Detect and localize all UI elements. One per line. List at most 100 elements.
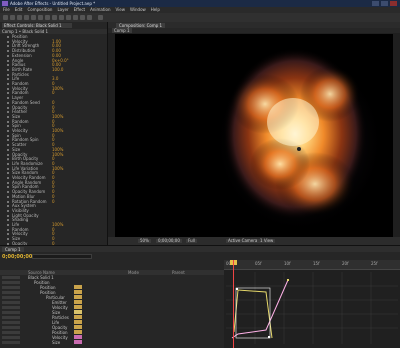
camera-tool-icon[interactable] [31,15,36,20]
stopwatch-icon[interactable] [7,120,9,123]
property-value[interactable]: 100.0 [52,67,63,72]
layer-switches[interactable] [2,281,20,284]
stopwatch-icon[interactable] [7,224,9,226]
stopwatch-icon[interactable] [7,115,9,118]
layer-switches[interactable] [2,341,20,344]
label-color-swatch[interactable] [74,335,82,339]
effect-controls-tab[interactable]: Effect Controls: Black Solid 1 [2,23,72,28]
close-icon[interactable] [390,1,397,6]
selection-tool-icon[interactable] [3,15,8,20]
layer-switches[interactable] [2,276,20,279]
layer-switches[interactable] [2,326,20,329]
stopwatch-icon[interactable] [7,130,9,132]
eraser-tool-icon[interactable] [80,15,85,20]
puppet-tool-icon[interactable] [87,15,92,20]
stopwatch-icon[interactable] [7,97,9,100]
stopwatch-icon[interactable] [7,219,9,222]
stopwatch-icon[interactable] [7,209,9,212]
timeline-timecode[interactable]: 0;00;00;00 [2,254,32,260]
stopwatch-icon[interactable] [7,111,9,114]
stopwatch-icon[interactable] [7,45,9,48]
label-color-swatch[interactable] [74,315,82,319]
stopwatch-icon[interactable] [7,238,9,241]
maximize-icon[interactable] [381,1,388,6]
rotation-tool-icon[interactable] [24,15,29,20]
clone-stamp-tool-icon[interactable] [73,15,78,20]
label-color-swatch[interactable] [74,290,82,294]
layer-switches[interactable] [2,296,20,299]
layer-switches[interactable] [2,336,20,339]
stopwatch-icon[interactable] [7,153,9,156]
camera-dropdown[interactable]: Active Camera [226,239,260,243]
layer-switches[interactable] [2,321,20,324]
stopwatch-icon[interactable] [7,186,9,189]
layer-switches[interactable] [2,316,20,319]
stopwatch-icon[interactable] [7,214,9,217]
stopwatch-icon[interactable] [7,78,9,81]
comp-subtab[interactable]: Comp 1 [112,28,132,33]
layer-switches[interactable] [2,311,20,314]
view-layout-dropdown[interactable]: 1 View [258,239,276,243]
stopwatch-icon[interactable] [7,125,9,128]
label-color-swatch[interactable] [74,285,82,289]
stopwatch-icon[interactable] [7,181,9,184]
label-color-swatch[interactable] [74,310,82,314]
stopwatch-icon[interactable] [7,200,9,203]
label-color-swatch[interactable] [74,330,82,334]
graph-editor[interactable] [224,270,400,348]
label-color-swatch[interactable] [74,295,82,299]
label-color-swatch[interactable] [74,340,82,344]
stopwatch-icon[interactable] [7,36,9,38]
stopwatch-icon[interactable] [7,158,9,161]
layer-switches[interactable] [2,306,20,309]
stopwatch-icon[interactable] [7,59,9,62]
stopwatch-icon[interactable] [7,177,9,179]
stopwatch-icon[interactable] [7,195,9,198]
stopwatch-icon[interactable] [7,167,9,170]
stopwatch-icon[interactable] [7,50,9,53]
stopwatch-icon[interactable] [7,139,9,142]
workspace-icon[interactable] [98,15,103,20]
stopwatch-icon[interactable] [7,83,9,85]
current-time-indicator[interactable] [233,260,234,348]
stopwatch-icon[interactable] [7,92,9,95]
timeline-tab[interactable]: Comp 1 [2,247,24,252]
magnification-dropdown[interactable]: 50% [138,239,151,243]
mask-tool-icon[interactable] [45,15,50,20]
time-ruler[interactable]: 00f 05f 10f 15f 20f 25f [224,260,400,270]
timeline-layer-row[interactable]: Size [0,340,224,345]
stopwatch-icon[interactable] [7,172,9,175]
label-color-swatch[interactable] [74,320,82,324]
current-time-display[interactable]: 0;00;00;00 [156,239,182,243]
stopwatch-icon[interactable] [7,40,9,43]
stopwatch-icon[interactable] [7,205,9,208]
stopwatch-icon[interactable] [7,87,9,90]
layer-switches[interactable] [2,286,20,289]
stopwatch-icon[interactable] [7,191,9,194]
composition-viewer[interactable] [115,34,393,237]
property-value[interactable]: 0 [52,91,55,95]
zoom-tool-icon[interactable] [17,15,22,20]
stopwatch-icon[interactable] [7,228,9,231]
stopwatch-icon[interactable] [7,134,9,137]
label-color-swatch[interactable] [74,305,82,309]
type-tool-icon[interactable] [59,15,64,20]
stopwatch-icon[interactable] [7,148,9,151]
pen-tool-icon[interactable] [52,15,57,20]
stopwatch-icon[interactable] [7,144,9,147]
hand-tool-icon[interactable] [10,15,15,20]
stopwatch-icon[interactable] [7,101,9,104]
property-value[interactable]: 0 [52,199,55,204]
label-color-swatch[interactable] [74,300,82,304]
stopwatch-icon[interactable] [7,73,9,76]
layer-switches[interactable] [2,291,20,294]
label-color-swatch[interactable] [74,325,82,329]
stopwatch-icon[interactable] [7,233,9,236]
layer-switches[interactable] [2,331,20,334]
resolution-dropdown[interactable]: Full [186,239,197,243]
stopwatch-icon[interactable] [7,68,9,71]
stopwatch-icon[interactable] [7,64,9,67]
stopwatch-icon[interactable] [7,106,9,109]
brush-tool-icon[interactable] [66,15,71,20]
minimize-icon[interactable] [372,1,379,6]
